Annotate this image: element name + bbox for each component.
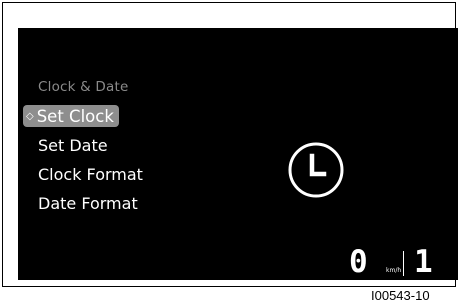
menu-title: Clock & Date — [38, 79, 129, 95]
menu-item-set-date[interactable]: Set Date — [38, 136, 108, 155]
menu-item-label: Set Clock — [36, 106, 114, 126]
gear-indicator: 1 — [414, 244, 433, 280]
clock-icon — [288, 142, 344, 198]
menu-item-label: Clock Format — [38, 165, 143, 184]
menu-item-set-clock[interactable]: ◇ Set Clock — [23, 105, 119, 127]
menu-item-clock-format[interactable]: Clock Format — [38, 165, 143, 184]
dashboard-screen: Clock & Date ◇ Set Clock Set Date Clock … — [18, 28, 458, 280]
speed-readout: 0 — [349, 244, 368, 280]
menu-item-label: Set Date — [38, 136, 108, 155]
diamond-icon: ◇ — [26, 110, 34, 122]
speed-unit: km/h — [386, 267, 402, 274]
menu-item-label: Date Format — [38, 194, 138, 213]
figure-reference: I00543-10 — [371, 288, 430, 303]
menu-item-date-format[interactable]: Date Format — [38, 194, 138, 213]
status-divider — [403, 251, 404, 276]
